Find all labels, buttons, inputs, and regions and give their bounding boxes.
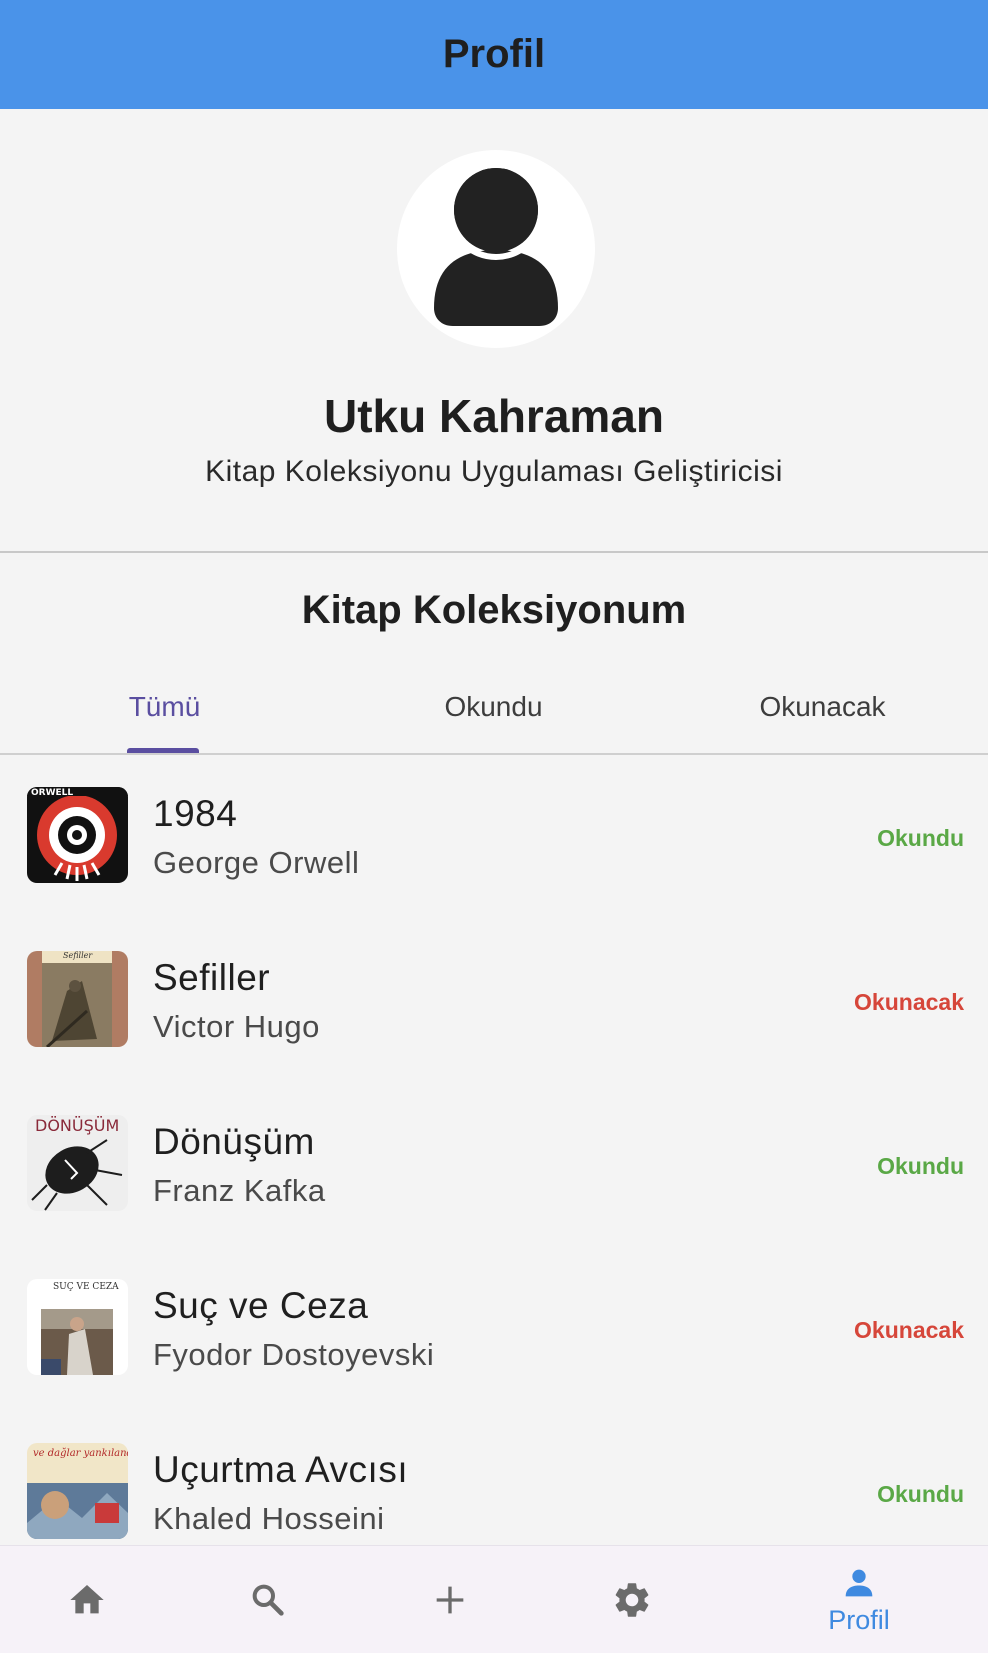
collection-tabs: Tümü Okundu Okunacak xyxy=(0,660,988,755)
tab-read[interactable]: Okundu xyxy=(329,660,658,753)
status-badge: Okunacak xyxy=(854,989,964,1015)
status-badge: Okundu xyxy=(877,1153,964,1179)
status-badge: Okundu xyxy=(877,825,964,851)
cover-text: ORWELL xyxy=(31,788,73,798)
book-cover: DÖNÜŞÜM xyxy=(27,1115,128,1211)
cover-text: DÖNÜŞÜM xyxy=(35,1116,119,1135)
book-author: Franz Kafka xyxy=(153,1173,326,1208)
collection-title: Kitap Koleksiyonum xyxy=(301,588,687,632)
cover-text: SUÇ VE CEZA xyxy=(53,1282,119,1292)
cover-text: Sefiller xyxy=(63,951,93,960)
nav-add[interactable] xyxy=(390,1546,510,1653)
list-item[interactable]: ORWELL 1984 George Orwell Okundu xyxy=(0,755,988,919)
tab-label: Tümü xyxy=(128,690,201,722)
divider xyxy=(0,551,988,553)
book-cover: ve dağlar yankılandı xyxy=(27,1443,128,1539)
book-cover: ORWELL xyxy=(27,787,128,883)
book-title: Uçurtma Avcısı xyxy=(153,1449,409,1490)
nav-label: Profil xyxy=(828,1605,890,1635)
book-title: Suç ve Ceza xyxy=(153,1285,369,1326)
tab-to-read[interactable]: Okunacak xyxy=(658,660,987,753)
book-title: Sefiller xyxy=(153,957,271,998)
nav-home[interactable] xyxy=(27,1546,147,1653)
tab-indicator xyxy=(127,748,199,753)
book-list: ORWELL 1984 George Orwell Okundu Sefille… xyxy=(0,755,988,1545)
status-badge: Okunacak xyxy=(854,1317,964,1343)
nav-settings[interactable] xyxy=(572,1546,692,1653)
person-icon xyxy=(434,160,558,326)
person-icon xyxy=(845,1569,873,1597)
profile-header: Utku Kahraman Kitap Koleksiyonu Uygulama… xyxy=(0,109,988,552)
nav-profile[interactable]: Profil xyxy=(799,1546,919,1653)
book-cover: Sefiller xyxy=(27,951,128,1047)
list-item[interactable]: Sefiller Sefiller Victor Hugo Okunacak xyxy=(0,919,988,1083)
tab-label: Okunacak xyxy=(759,690,886,722)
status-badge: Okundu xyxy=(877,1481,964,1507)
nav-search[interactable] xyxy=(208,1546,328,1653)
book-author: George Orwell xyxy=(153,845,360,880)
home-icon xyxy=(70,1584,104,1613)
user-role: Kitap Koleksiyonu Uygulaması Geliştirici… xyxy=(205,455,783,488)
search-icon xyxy=(252,1584,284,1616)
book-author: Fyodor Dostoyevski xyxy=(153,1337,435,1372)
avatar xyxy=(397,150,595,348)
add-icon xyxy=(436,1586,464,1613)
book-title: Dönüşüm xyxy=(153,1121,315,1162)
app-bar: Profil xyxy=(0,0,988,109)
tab-label: Okundu xyxy=(444,690,543,722)
book-cover: SUÇ VE CEZA xyxy=(27,1279,128,1375)
list-item[interactable]: DÖNÜŞÜM Dönüşüm Franz Kafka Okundu xyxy=(0,1083,988,1247)
settings-icon xyxy=(615,1582,649,1617)
book-author: Victor Hugo xyxy=(153,1009,320,1044)
page-title: Profil xyxy=(442,32,546,76)
list-item[interactable]: SUÇ VE CEZA Suç ve Ceza Fyodor Dostoyevs… xyxy=(0,1247,988,1411)
user-name: Utku Kahraman xyxy=(324,390,664,442)
cover-text: ve dağlar yankılandı xyxy=(33,1448,128,1459)
book-title: 1984 xyxy=(153,793,238,834)
list-item[interactable]: ve dağlar yankılandı Uçurtma Avcısı Khal… xyxy=(0,1411,988,1545)
book-author: Khaled Hosseini xyxy=(153,1501,385,1536)
bottom-nav: Profil xyxy=(0,1545,988,1653)
tab-all[interactable]: Tümü xyxy=(0,660,329,753)
